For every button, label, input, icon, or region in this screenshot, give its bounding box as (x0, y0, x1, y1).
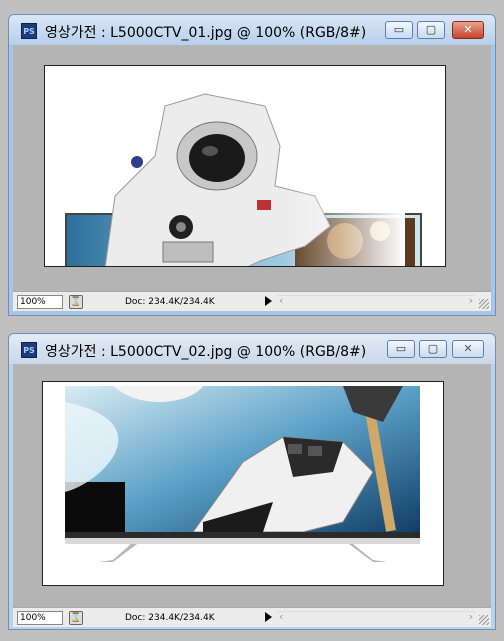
doc-size-info: Doc: 234.4K/234.4K (125, 297, 215, 307)
image-canvas[interactable] (44, 65, 446, 267)
ps-app-icon: PS (21, 23, 37, 39)
ps-app-icon: PS (21, 342, 37, 358)
status-bar: 100% ⌛ Doc: 234.4K/234.4K ‹ › (13, 291, 491, 311)
zoom-field[interactable]: 100% (17, 295, 63, 309)
document-workspace[interactable] (13, 364, 491, 607)
status-options-icon[interactable]: ⌛ (69, 295, 83, 309)
scroll-left-icon[interactable]: ‹ (279, 294, 283, 307)
horizontal-scrollbar[interactable] (277, 295, 475, 309)
scroll-left-icon[interactable]: ‹ (279, 610, 283, 623)
maximize-button[interactable]: ▢ (417, 21, 445, 39)
zoom-field[interactable]: 100% (17, 611, 63, 625)
scroll-right-icon[interactable]: › (469, 610, 473, 623)
close-button[interactable]: ✕ (452, 21, 484, 39)
window-title: 영상가전 : L5000CTV_01.jpg @ 100% (RGB/8#) (45, 25, 367, 41)
document-window-1[interactable]: PS 영상가전 : L5000CTV_01.jpg @ 100% (RGB/8#… (8, 14, 496, 316)
document-window-2[interactable]: PS 영상가전 : L5000CTV_02.jpg @ 100% (RGB/8#… (8, 333, 496, 630)
scroll-right-icon[interactable]: › (469, 294, 473, 307)
minimize-button[interactable]: ▭ (387, 340, 415, 358)
resize-grip-icon[interactable] (479, 299, 489, 309)
status-options-icon[interactable]: ⌛ (69, 611, 83, 625)
doc-size-info: Doc: 234.4K/234.4K (125, 613, 215, 623)
status-menu-arrow-icon[interactable] (265, 296, 272, 306)
astronaut-tv-image (65, 93, 422, 266)
document-workspace[interactable] (13, 45, 491, 291)
title-bar[interactable]: PS 영상가전 : L5000CTV_02.jpg @ 100% (RGB/8#… (9, 334, 495, 364)
close-button[interactable]: ✕ (452, 340, 484, 358)
resize-grip-icon[interactable] (479, 615, 489, 625)
maximize-button[interactable]: ▢ (419, 340, 447, 358)
minimize-button[interactable]: ▭ (385, 21, 413, 39)
status-bar: 100% ⌛ Doc: 234.4K/234.4K ‹ › (13, 607, 491, 627)
title-bar[interactable]: PS 영상가전 : L5000CTV_01.jpg @ 100% (RGB/8#… (9, 15, 495, 45)
horizontal-scrollbar[interactable] (277, 611, 475, 625)
space-shuttle-tv-image (65, 386, 420, 562)
image-canvas[interactable] (42, 381, 444, 586)
status-menu-arrow-icon[interactable] (265, 612, 272, 622)
window-title: 영상가전 : L5000CTV_02.jpg @ 100% (RGB/8#) (45, 344, 367, 360)
